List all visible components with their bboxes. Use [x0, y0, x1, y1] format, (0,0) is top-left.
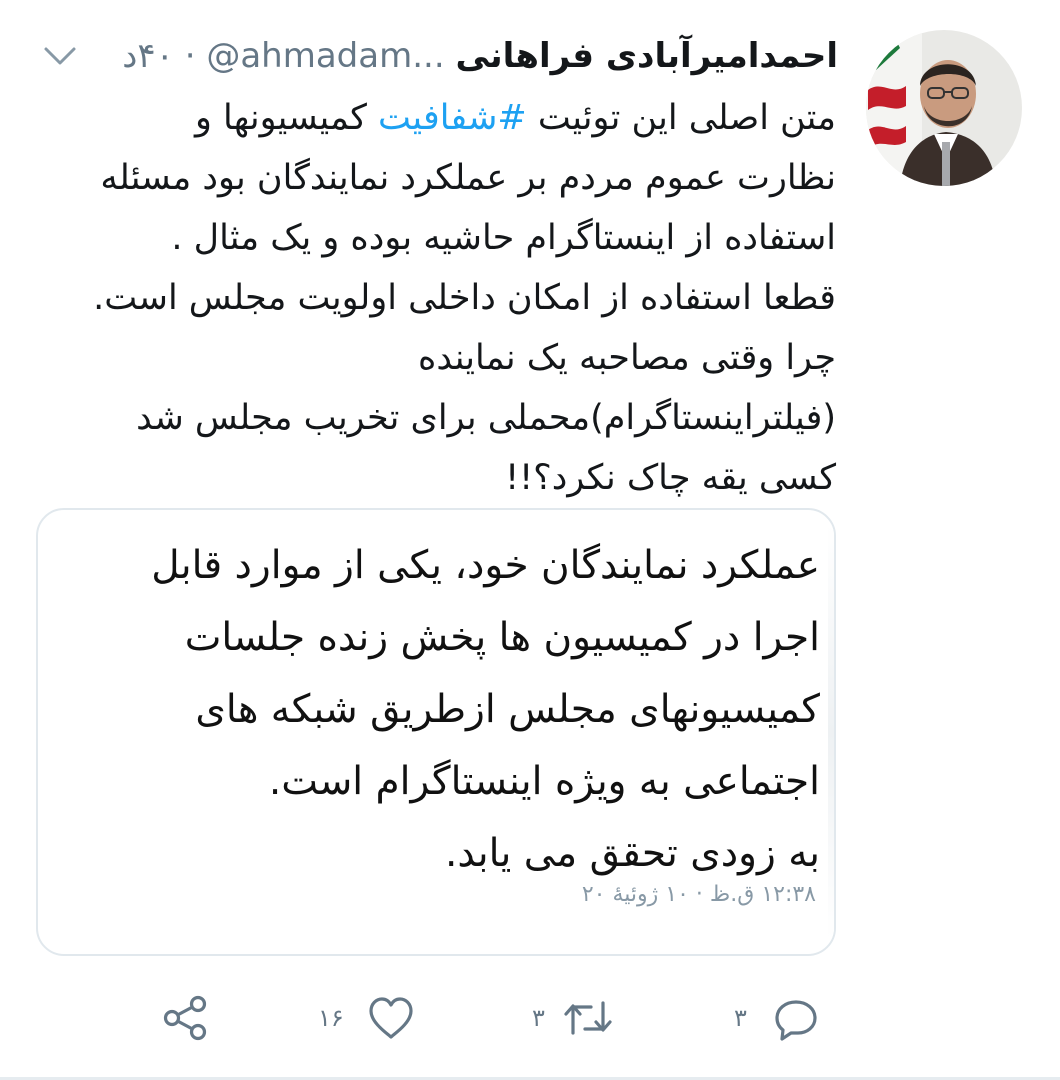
tweet-body: متن اصلی این توئیت #شفافیت کمیسیونها و ن… [40, 88, 836, 508]
hashtag-link[interactable]: #شفافیت [378, 98, 527, 138]
quoted-line: کمیسیونهای مجلس ازطریق شبکه های [195, 687, 820, 732]
retweet-icon [564, 1001, 612, 1035]
chevron-down-icon[interactable] [40, 36, 80, 76]
tweet-header: احمدامیرآبادی فراهانی @ahmadam... · ۴۰د [30, 28, 838, 84]
quoted-text: عملکرد نمایندگان خود، یکی از موارد قابل … [90, 530, 820, 890]
quoted-line: به زودی تحقق می یابد. [444, 831, 820, 876]
tweet-header-text: احمدامیرآبادی فراهانی @ahmadam... · ۴۰د [100, 28, 838, 84]
tweet-body-line: چرا وقتی مصاحبه یک نماینده [418, 338, 836, 378]
reply-icon [775, 1000, 817, 1041]
avatar-photo [866, 30, 1022, 186]
quoted-line: اجتماعی به ویژه اینستاگرام است. [268, 759, 820, 804]
tweet-body-line: کسی یقه چاک نکرد؟!! [505, 458, 836, 498]
author-handle[interactable]: @ahmadam... [206, 36, 444, 76]
quoted-line: عملکرد نمایندگان خود، یکی از موارد قابل [151, 543, 820, 588]
tweet-time: · ۴۰د [122, 36, 196, 76]
retweet-button[interactable]: ۳ [532, 980, 613, 1056]
tweet-body-line: متن اصلی این توئیت #شفافیت کمیسیونها و [40, 88, 836, 148]
tweet-body-line: استفاده از اینستاگرام حاشیه بوده و یک مث… [171, 218, 836, 258]
author-name[interactable]: احمدامیرآبادی فراهانی [455, 36, 838, 76]
reply-count: ۳ [734, 1004, 747, 1032]
tweet-body-line: (فیلترا‌ینستاگرام)محملی برای تخریب مجلس … [136, 398, 836, 438]
share-icon [163, 995, 207, 1041]
like-count: ۱۶ [318, 1004, 344, 1032]
tweet-actions: ۳ ۳ ۱۶ [0, 980, 1060, 1056]
tweet-body-text: متن اصلی این توئیت [526, 98, 836, 138]
share-button[interactable] [160, 980, 210, 1056]
tweet-body-text: کمیسیونها و [195, 98, 379, 138]
quoted-date: ۱۲:۳۸ ق.ظ · ۱۰ ژوئیهٔ ۲۰ [581, 882, 816, 907]
tweet-time-value: ۴۰د [122, 36, 174, 76]
tweet-body-line: قطعا استفاده از امکان داخلی اولویت مجلس … [93, 278, 836, 318]
avatar[interactable] [866, 30, 1022, 186]
card-edge-shade [828, 524, 834, 940]
like-icon [369, 997, 413, 1039]
tweet-body-line: نظارت عموم مردم بر عملکرد نمایندگان بود … [100, 158, 836, 198]
quoted-image-card[interactable]: عملکرد نمایندگان خود، یکی از موارد قابل … [36, 508, 836, 956]
quoted-line: اجرا در کمیسیون ها پخش زنده جلسات [184, 615, 820, 660]
reply-button[interactable]: ۳ [734, 980, 821, 1056]
like-button[interactable]: ۱۶ [318, 980, 416, 1056]
retweet-count: ۳ [532, 1004, 545, 1032]
